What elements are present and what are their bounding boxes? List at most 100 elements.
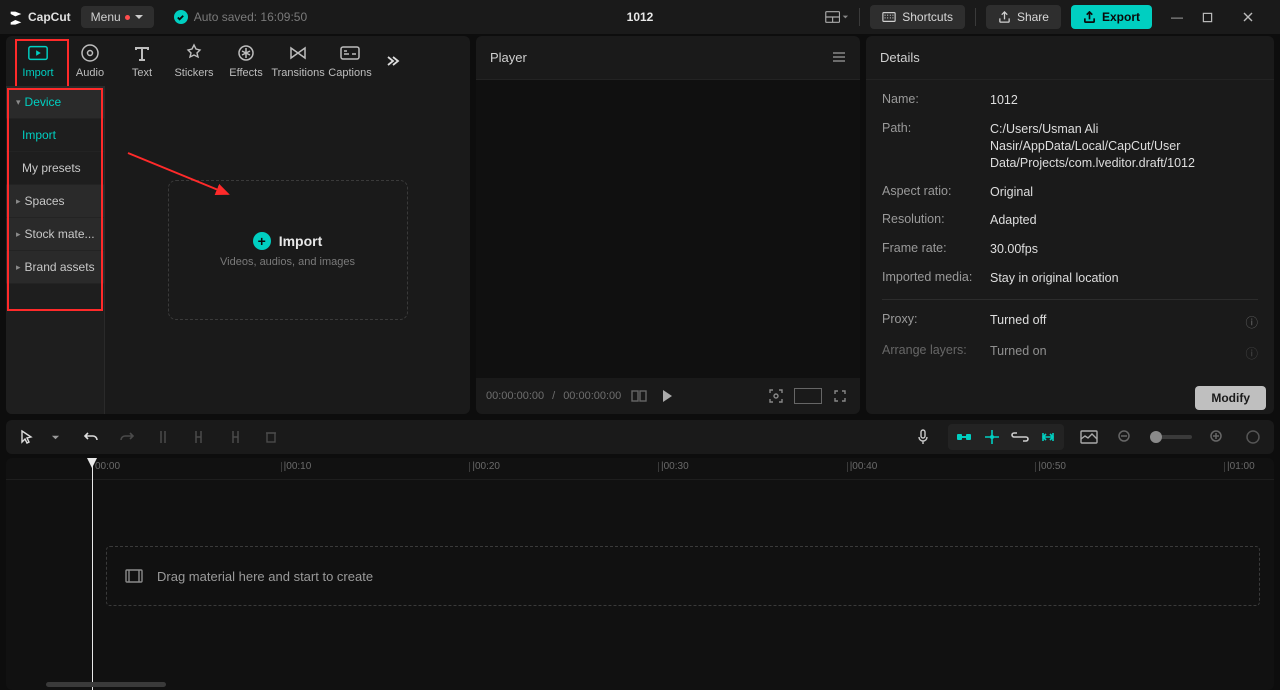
tab-stickers[interactable]: Stickers <box>168 36 220 86</box>
sidebar-item-stock[interactable]: ▸ Stock mate... <box>6 218 104 251</box>
timeline[interactable]: 00:00 |00:10 |00:20 |00:30 |00:40 |00:50… <box>6 458 1274 690</box>
mic-icon[interactable] <box>912 426 934 448</box>
play-icon[interactable] <box>657 386 677 406</box>
value-framerate: 30.00fps <box>990 241 1258 258</box>
shortcuts-button[interactable]: Shortcuts <box>870 5 965 29</box>
chevron-down-icon: ▾ <box>16 97 21 108</box>
zoom-fit-icon[interactable] <box>1242 426 1264 448</box>
auto-snap-icon[interactable] <box>1038 427 1058 447</box>
zoom-slider[interactable] <box>1150 435 1192 439</box>
split-left-icon <box>188 426 210 448</box>
split-right-icon <box>224 426 246 448</box>
app-logo: CapCut <box>8 9 71 25</box>
import-drop-area[interactable]: + Import Videos, audios, and images <box>105 86 470 414</box>
time-total: 00:00:00:00 <box>563 390 621 402</box>
chevron-right-icon: ▸ <box>16 229 21 240</box>
value-imported: Stay in original location <box>990 270 1258 287</box>
window-close-icon[interactable] <box>1242 11 1272 23</box>
redo-icon[interactable] <box>116 426 138 448</box>
player-controls: 00:00:00:00 / 00:00:00:00 <box>476 378 860 414</box>
audio-icon <box>80 43 100 63</box>
label-proxy: Proxy: <box>882 312 990 331</box>
focus-icon[interactable] <box>766 386 786 406</box>
tool-chevron-icon[interactable] <box>44 426 66 448</box>
sidebar-item-device[interactable]: ▾ Device <box>6 86 104 119</box>
label-framerate: Frame rate: <box>882 241 990 258</box>
timeline-drop-hint: Drag material here and start to create <box>157 569 373 584</box>
preview-axis-icon[interactable] <box>982 427 1002 447</box>
label-aspect: Aspect ratio: <box>882 184 990 201</box>
value-resolution: Adapted <box>990 212 1258 229</box>
tabs-more-icon[interactable] <box>376 54 408 68</box>
compare-icon[interactable] <box>629 386 649 406</box>
media-tabs: Import Audio Text Stickers <box>6 36 470 86</box>
details-panel: Details Name:1012 Path:C:/Users/Usman Al… <box>866 36 1274 414</box>
player-panel: Player 00:00:00:00 / 00:00:00:00 <box>476 36 860 414</box>
export-button[interactable]: Export <box>1071 5 1152 29</box>
import-box[interactable]: + Import Videos, audios, and images <box>168 180 408 320</box>
player-menu-icon[interactable] <box>832 51 846 65</box>
media-panel: Import Audio Text Stickers <box>6 36 470 414</box>
delete-icon <box>260 426 282 448</box>
check-icon <box>174 10 188 24</box>
value-proxy: Turned off <box>990 312 1245 331</box>
project-title: 1012 <box>627 10 654 24</box>
transitions-icon <box>288 43 308 63</box>
undo-icon[interactable] <box>80 426 102 448</box>
text-icon <box>132 43 152 63</box>
cover-icon[interactable] <box>1078 426 1100 448</box>
tab-text[interactable]: Text <box>116 36 168 86</box>
time-current: 00:00:00:00 <box>486 390 544 402</box>
value-aspect: Original <box>990 184 1258 201</box>
tab-import[interactable]: Import <box>12 36 64 86</box>
timeline-toolbar <box>6 420 1274 454</box>
link-icon[interactable] <box>1010 427 1030 447</box>
media-sidebar: ▾ Device Import My presets ▸ Spaces ▸ St… <box>6 86 105 414</box>
label-name: Name: <box>882 92 990 109</box>
sidebar-item-import[interactable]: Import <box>6 119 104 152</box>
player-title: Player <box>490 50 527 65</box>
magnet-on-icon[interactable] <box>954 427 974 447</box>
selection-tool-icon[interactable] <box>16 426 38 448</box>
value-path: C:/Users/Usman Ali Nasir/AppData/Local/C… <box>990 121 1258 172</box>
label-arrange: Arrange layers: <box>882 343 990 362</box>
tab-effects[interactable]: Effects <box>220 36 272 86</box>
window-maximize-icon[interactable] <box>1202 12 1232 23</box>
zoom-out-icon[interactable] <box>1114 426 1136 448</box>
timeline-ruler[interactable]: 00:00 |00:10 |00:20 |00:30 |00:40 |00:50… <box>6 458 1274 480</box>
effects-icon <box>236 43 256 63</box>
menu-button[interactable]: Menu <box>81 6 154 28</box>
timeline-drop-area[interactable]: Drag material here and start to create <box>106 546 1260 606</box>
captions-icon <box>339 43 361 63</box>
label-path: Path: <box>882 121 990 172</box>
app-name: CapCut <box>28 10 71 24</box>
help-icon[interactable]: ⓘ <box>1245 312 1258 331</box>
label-resolution: Resolution: <box>882 212 990 229</box>
autosave-status: Auto saved: 16:09:50 <box>174 10 307 24</box>
magnet-group <box>948 424 1064 450</box>
timeline-scrollbar[interactable] <box>46 682 166 687</box>
titlebar: CapCut Menu Auto saved: 16:09:50 1012 Sh… <box>0 0 1280 34</box>
fullscreen-icon[interactable] <box>830 386 850 406</box>
sidebar-item-brand[interactable]: ▸ Brand assets <box>6 251 104 284</box>
share-button[interactable]: Share <box>986 5 1061 29</box>
import-title: Import <box>279 233 323 249</box>
sidebar-item-presets[interactable]: My presets <box>6 152 104 185</box>
layout-icon[interactable] <box>825 5 849 29</box>
tab-captions[interactable]: Captions <box>324 36 376 86</box>
import-subtitle: Videos, audios, and images <box>220 256 355 268</box>
details-title: Details <box>880 50 920 65</box>
import-icon <box>27 43 49 63</box>
sidebar-item-spaces[interactable]: ▸ Spaces <box>6 185 104 218</box>
zoom-in-icon[interactable] <box>1206 426 1228 448</box>
playhead[interactable] <box>92 458 93 690</box>
modify-button[interactable]: Modify <box>1195 386 1266 410</box>
tab-audio[interactable]: Audio <box>64 36 116 86</box>
value-arrange: Turned on <box>990 343 1245 362</box>
ratio-box[interactable] <box>794 388 822 404</box>
help-icon[interactable]: ⓘ <box>1245 343 1258 362</box>
window-minimize-icon[interactable]: — <box>1162 10 1192 24</box>
tab-transitions[interactable]: Transitions <box>272 36 324 86</box>
stickers-icon <box>184 43 204 63</box>
label-imported: Imported media: <box>882 270 990 287</box>
